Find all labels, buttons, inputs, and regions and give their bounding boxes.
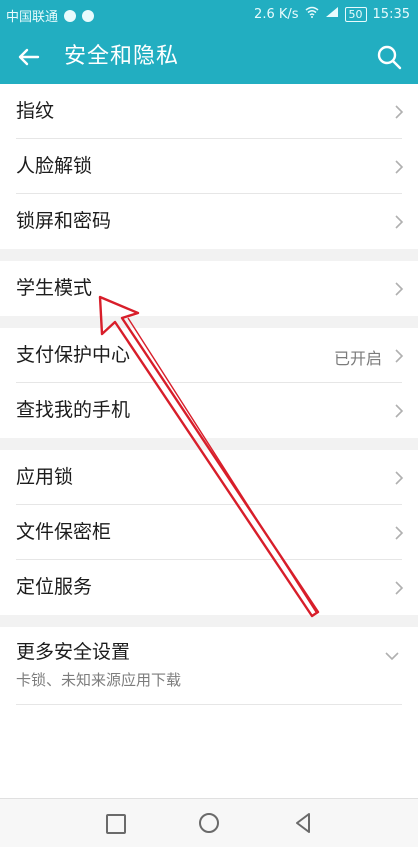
app-bar: 安全和隐私: [0, 30, 418, 84]
list-item-label: 支付保护中心: [16, 344, 131, 366]
wifi-icon: [305, 6, 319, 22]
back-button[interactable]: [14, 42, 44, 72]
list-item-label: 定位服务: [16, 576, 93, 598]
list-item-subtitle: 卡锁、未知来源应用下载: [16, 671, 182, 689]
status-value: 已开启: [333, 349, 382, 368]
list-item-find-my-phone[interactable]: 查找我的手机: [0, 383, 418, 438]
chevron-right-icon: [395, 526, 404, 540]
list-item-app-lock[interactable]: 应用锁: [0, 450, 418, 505]
list-item-label: 文件保密柜: [16, 521, 112, 543]
list-item-payment-protection[interactable]: 支付保护中心 已开启: [0, 328, 418, 383]
chevron-right-icon: [395, 105, 404, 119]
arrow-left-icon: [18, 48, 40, 66]
chevron-right-icon: [395, 349, 404, 363]
list-item-fingerprint[interactable]: 指纹: [0, 84, 418, 139]
signal-icon: [325, 6, 339, 22]
chevron-down-icon: [385, 652, 399, 661]
chevron-right-icon: [395, 581, 404, 595]
recent-apps-button[interactable]: [106, 814, 126, 834]
battery-level: 50: [344, 6, 367, 22]
search-button[interactable]: [374, 42, 404, 72]
status-left: 中国联通: [6, 6, 95, 25]
clock: 15:35: [372, 6, 410, 22]
list-item-label: 应用锁: [16, 466, 74, 488]
list-item-student-mode[interactable]: 学生模式: [0, 261, 418, 316]
network-speed: 2.6 K/s: [254, 6, 299, 22]
list-item-lockscreen-password[interactable]: 锁屏和密码: [0, 194, 418, 249]
list-item-label: 指纹: [16, 100, 55, 122]
chevron-right-icon: [395, 471, 404, 485]
back-triangle-icon[interactable]: [294, 812, 312, 834]
list-item-face-unlock[interactable]: 人脸解锁: [0, 139, 418, 194]
list-item-file-safe[interactable]: 文件保密柜: [0, 505, 418, 560]
chevron-right-icon: [395, 215, 404, 229]
chevron-right-icon: [395, 404, 404, 418]
status-bar: 中国联通 2.6 K/s 50 15:35: [0, 0, 418, 30]
page-title: 安全和隐私: [64, 44, 180, 69]
list-item-label: 查找我的手机: [16, 399, 131, 421]
settings-list: 指纹 人脸解锁 锁屏和密码 学生模式 支付保护中心 已开启 查找我的手机 应用锁…: [0, 84, 418, 705]
list-item-label: 学生模式: [16, 277, 93, 299]
list-item-label: 更多安全设置: [16, 641, 131, 663]
list-item-location-services[interactable]: 定位服务: [0, 560, 418, 615]
search-icon: [377, 45, 402, 70]
divider: [16, 704, 402, 705]
system-nav-bar: [0, 798, 418, 847]
list-item-more-security[interactable]: 更多安全设置 卡锁、未知来源应用下载: [0, 627, 418, 705]
section-gap: [0, 615, 418, 627]
chevron-right-icon: [395, 160, 404, 174]
home-button[interactable]: [199, 813, 219, 833]
carrier-name: 中国联通: [6, 10, 59, 25]
chevron-right-icon: [395, 282, 404, 296]
section-gap: [0, 249, 418, 261]
list-item-label: 人脸解锁: [16, 155, 93, 177]
app-notification-icon: [82, 9, 95, 22]
section-gap: [0, 316, 418, 328]
section-gap: [0, 438, 418, 450]
list-item-label: 锁屏和密码: [16, 210, 112, 232]
status-right: 2.6 K/s 50 15:35: [254, 6, 410, 22]
notification-icon: [64, 9, 77, 22]
